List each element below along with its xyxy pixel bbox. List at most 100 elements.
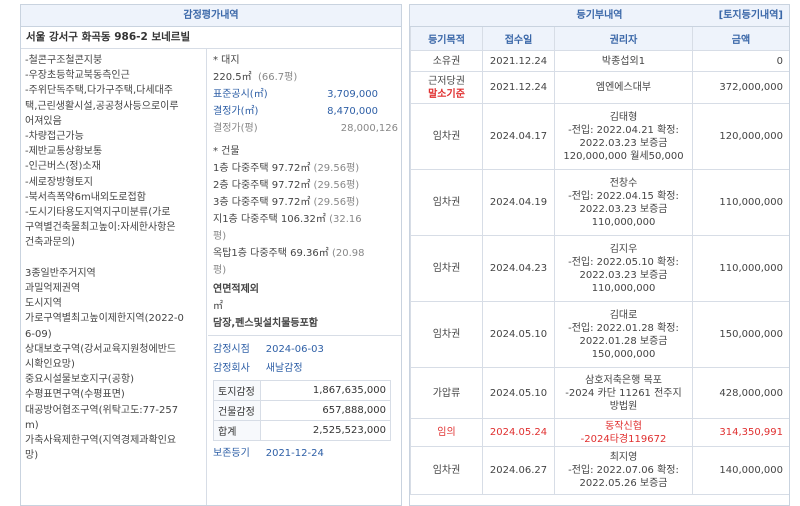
purpose-line: 가압류: [432, 387, 461, 399]
registry-date: 2024.05.10: [482, 301, 555, 368]
decided-price-label: 결정가(㎡): [213, 106, 259, 117]
registry-row: 근저당권 말소기준 2021.12.24 엠엔에스대부 372,000,000: [410, 71, 789, 104]
purpose-line: 임차권: [432, 263, 461, 274]
purpose-line: 임의: [437, 427, 456, 438]
building-header: * 건물: [213, 146, 240, 157]
registry-holder: 박종섭외1: [554, 50, 693, 72]
floor-text: 1층 다중주택 97.72㎡: [213, 163, 311, 174]
registry-column-header: 접수일: [482, 27, 555, 51]
registry-purpose: 임차권: [410, 103, 483, 170]
note-line: -북서측폭약6m내외도로접함: [25, 191, 146, 203]
registry-holder: 김태형 -전입: 2022.04.21 확정: 2022.03.23 보증금 120,…: [554, 103, 693, 170]
registry-row: 임차권 2024.04.23 김지우 -전입: 2022.05.10 확정: 2022.…: [410, 235, 789, 302]
appraisal-details: * 대지 220.5㎡ (66.7평) 표준공시(㎡) 3,709,000 결정가…: [208, 49, 401, 505]
purpose-line: 근저당권: [428, 75, 465, 87]
registry-holder: 삼호저축은행 목포 -2024 카단 11261 전주지 방법원: [554, 367, 693, 419]
registry-purpose: 임차권: [410, 301, 483, 368]
property-notes: -철콘구조철콘지붕 -우장초등학교북동측인근 -주위단독주택,다가구주택,다세대주 택…: [21, 49, 207, 505]
note-line: 택,근린생활시설,공공청사등으로이루: [25, 100, 179, 112]
note-line: -차량접근가능: [25, 131, 84, 143]
note-line: 건축과문의): [25, 237, 75, 249]
decided-pyeong-label: 결정가(평): [213, 123, 258, 134]
holder-line: 김대로: [609, 309, 638, 321]
registry-panel-title: 등기부내역 [토지등기내역]: [410, 5, 789, 27]
registry-amount: 110,000,000: [692, 169, 789, 236]
appraisal-row-label: 건물감정: [213, 400, 261, 421]
registry-amount: 110,000,000: [692, 235, 789, 302]
floor-pyeong: 평): [213, 265, 227, 276]
building-floors: 1층 다중주택 97.72㎡ (29.56평) 2층 다중주택 97.72㎡ (2…: [213, 160, 401, 279]
note-line: 구역별건축물최고높이:자세한사항은: [25, 222, 176, 234]
floor-row: 3층 다중주택 97.72㎡ (29.56평): [213, 194, 401, 211]
land-area: 220.5㎡: [213, 72, 252, 83]
holder-line: 150,000,000: [591, 348, 656, 360]
decided-price-value: 8,470,000: [327, 106, 378, 117]
holder-line: -전입: 2022.04.21 확정:: [568, 124, 679, 136]
registry-holder: 김지우 -전입: 2022.05.10 확정: 2022.03.23 보증금 110,…: [554, 235, 693, 302]
holder-line: 박종섭외1: [601, 55, 646, 67]
purpose-line: 임차권: [432, 465, 461, 476]
registry-row: 가압류 2024.05.10 삼호저축은행 목포 -2024 카단 11261 전주지…: [410, 367, 789, 419]
registry-purpose: 임차권: [410, 235, 483, 302]
holder-line: 110,000,000: [591, 282, 656, 294]
appraisal-company-label: 감정회사: [213, 363, 250, 374]
holder-line: -전입: 2022.05.10 확정:: [568, 256, 679, 268]
holder-line: -2024 카단 11261 전주지: [565, 387, 682, 399]
registry-date: 2024.05.24: [482, 418, 555, 447]
land-header: * 대지: [213, 55, 240, 66]
note-line: 어져있음: [25, 115, 62, 127]
registry-date: 2024.06.27: [482, 446, 555, 495]
registry-date: 2024.04.19: [482, 169, 555, 236]
holder-line: -전입: 2022.07.06 확정:: [568, 465, 679, 476]
property-address: 서울 강서구 화곡동 986-2 보네르빌: [21, 27, 401, 49]
floor-text: 지1층 다중주택 106.32㎡: [213, 214, 326, 225]
holder-line: 전창수: [609, 177, 638, 189]
note-line: -인근버스(정)소재: [25, 161, 101, 173]
registry-holder: 전창수 -전입: 2022.04.15 확정: 2022.03.23 보증금 110,…: [554, 169, 693, 236]
note-line: 과밀억제권역: [25, 283, 81, 295]
holder-line: 2022.03.23 보증금: [579, 203, 668, 215]
appraisal-row-value: 2,525,523,000: [260, 420, 391, 441]
note-line: 망): [25, 450, 39, 462]
floor-pyeong: (29.56평): [313, 163, 360, 174]
land-registry-link[interactable]: [토지등기내역]: [719, 5, 783, 26]
holder-line: 2022.03.23 보증금: [579, 137, 668, 149]
floor-row: 2층 다중주택 97.72㎡ (29.56평): [213, 177, 401, 194]
holder-line: 120,000,000 월세50,000: [563, 150, 684, 162]
floor-row: 옥탑1층 다중주택 69.36㎡ (20.98: [213, 245, 401, 262]
appraisal-date-value: 2024-06-03: [265, 344, 324, 355]
holder-line: -전입: 2022.04.15 확정:: [568, 190, 679, 202]
appraisal-row: 건물감정 657,888,000: [213, 400, 391, 421]
registry-date: 2021.12.24: [482, 50, 555, 72]
note-line: 대공방어협조구역(위탁고도:77-257: [25, 404, 179, 416]
registry-date: 2024.05.10: [482, 367, 555, 419]
floor-row: 평): [213, 262, 401, 279]
holder-line: 110,000,000: [591, 216, 656, 228]
registry-title-text: 등기부내역: [576, 10, 623, 21]
registry-purpose: 임차권: [410, 446, 483, 495]
holder-line: 엠엔에스대부: [595, 82, 652, 93]
registry-holder: 최지영 -전입: 2022.07.06 확정: 2022.05.26 보증금: [554, 446, 693, 495]
public-price-value: 3,709,000: [327, 89, 378, 100]
registry-amount: 120,000,000: [692, 103, 789, 170]
note-line: 수평표면구역(수평표면): [25, 389, 125, 401]
note-line: -도시기타용도지역지구미분류(가로: [25, 207, 171, 219]
note-line: 3종일반주거지역: [25, 267, 96, 279]
floor-text: 3층 다중주택 97.72㎡: [213, 197, 311, 208]
holder-line: 2022.01.28 보증금: [579, 335, 668, 347]
registry-date: 2024.04.17: [482, 103, 555, 170]
registry-column-header: 권리자: [554, 27, 693, 51]
registry-purpose: 임차권: [410, 169, 483, 236]
land-area-pyeong: (66.7평): [258, 72, 298, 83]
floor-pyeong: 평): [213, 231, 227, 242]
floor-pyeong: (20.98: [331, 248, 365, 259]
registry-purpose: 가압류: [410, 367, 483, 419]
appraisal-company-value[interactable]: 새날감정: [266, 363, 303, 374]
holder-line: 김태형: [609, 111, 638, 123]
floor-row: 지1층 다중주택 106.32㎡ (32.16: [213, 211, 401, 228]
purpose-line: 임차권: [432, 197, 461, 208]
note-line: [25, 251, 203, 266]
note-line: 가축사육제한구역(지역경제과확인요: [25, 435, 177, 447]
note-line: m): [25, 419, 39, 431]
holder-line: -2024타경119672: [580, 433, 667, 445]
